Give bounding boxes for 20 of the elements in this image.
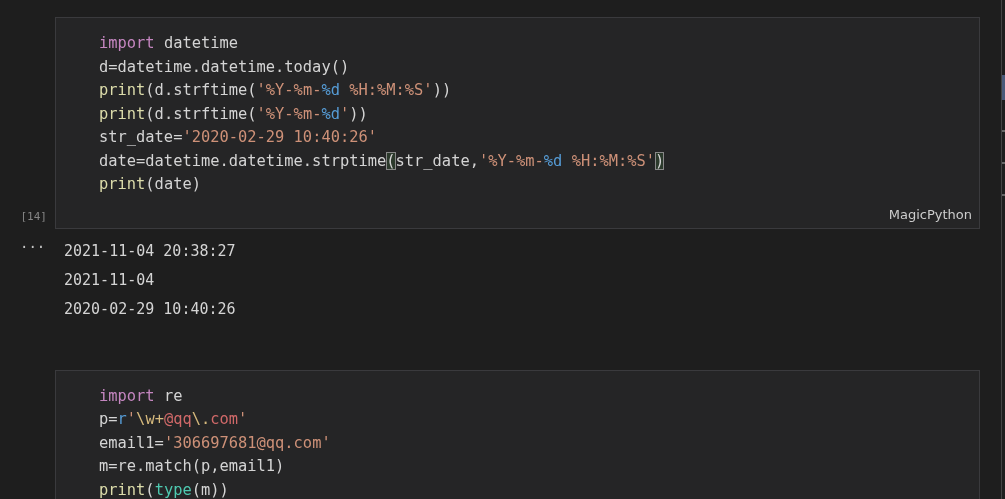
code-line: p=r'\w+@qq\.com' bbox=[99, 409, 249, 430]
code-line: import datetime bbox=[99, 33, 239, 54]
code-line: print(d.strftime('%Y-%m-%d %H:%M:%S')) bbox=[99, 80, 453, 101]
code-cell[interactable] bbox=[55, 17, 980, 229]
code-line: m=re.match(p,email1) bbox=[99, 456, 286, 477]
code-line: print(d.strftime('%Y-%m-%d')) bbox=[99, 103, 369, 125]
output-line: 2021-11-04 20:38:27 bbox=[64, 240, 236, 262]
code-line: date=datetime.datetime.strptime(str_date,'%Y-%m-%d %H:%M:%S') bbox=[99, 150, 666, 172]
code-line: import re bbox=[99, 385, 184, 407]
code-line: str_date='2020-02-29 10:40:26' bbox=[99, 127, 378, 148]
language-label[interactable]: MagicPython bbox=[888, 206, 972, 222]
output-menu-button[interactable]: ··· bbox=[20, 238, 46, 255]
execution-count: [14] bbox=[20, 209, 47, 223]
code-line: email1='306697681@qq.com' bbox=[99, 432, 332, 454]
code-line: print(type(m)) bbox=[99, 479, 230, 499]
code-line: print(date) bbox=[99, 174, 202, 195]
code-cell[interactable]: import re p=r'\w+@qq\.com' email1='306697681@qq.com' m=re.match(p,email1) print(type(m)) bbox=[55, 369, 980, 499]
code-line: d=datetime.datetime.today() bbox=[99, 56, 351, 78]
output-line: 2021-11-04 bbox=[64, 269, 156, 291]
output-line: 2020-02-29 10:40:26 bbox=[64, 298, 236, 320]
